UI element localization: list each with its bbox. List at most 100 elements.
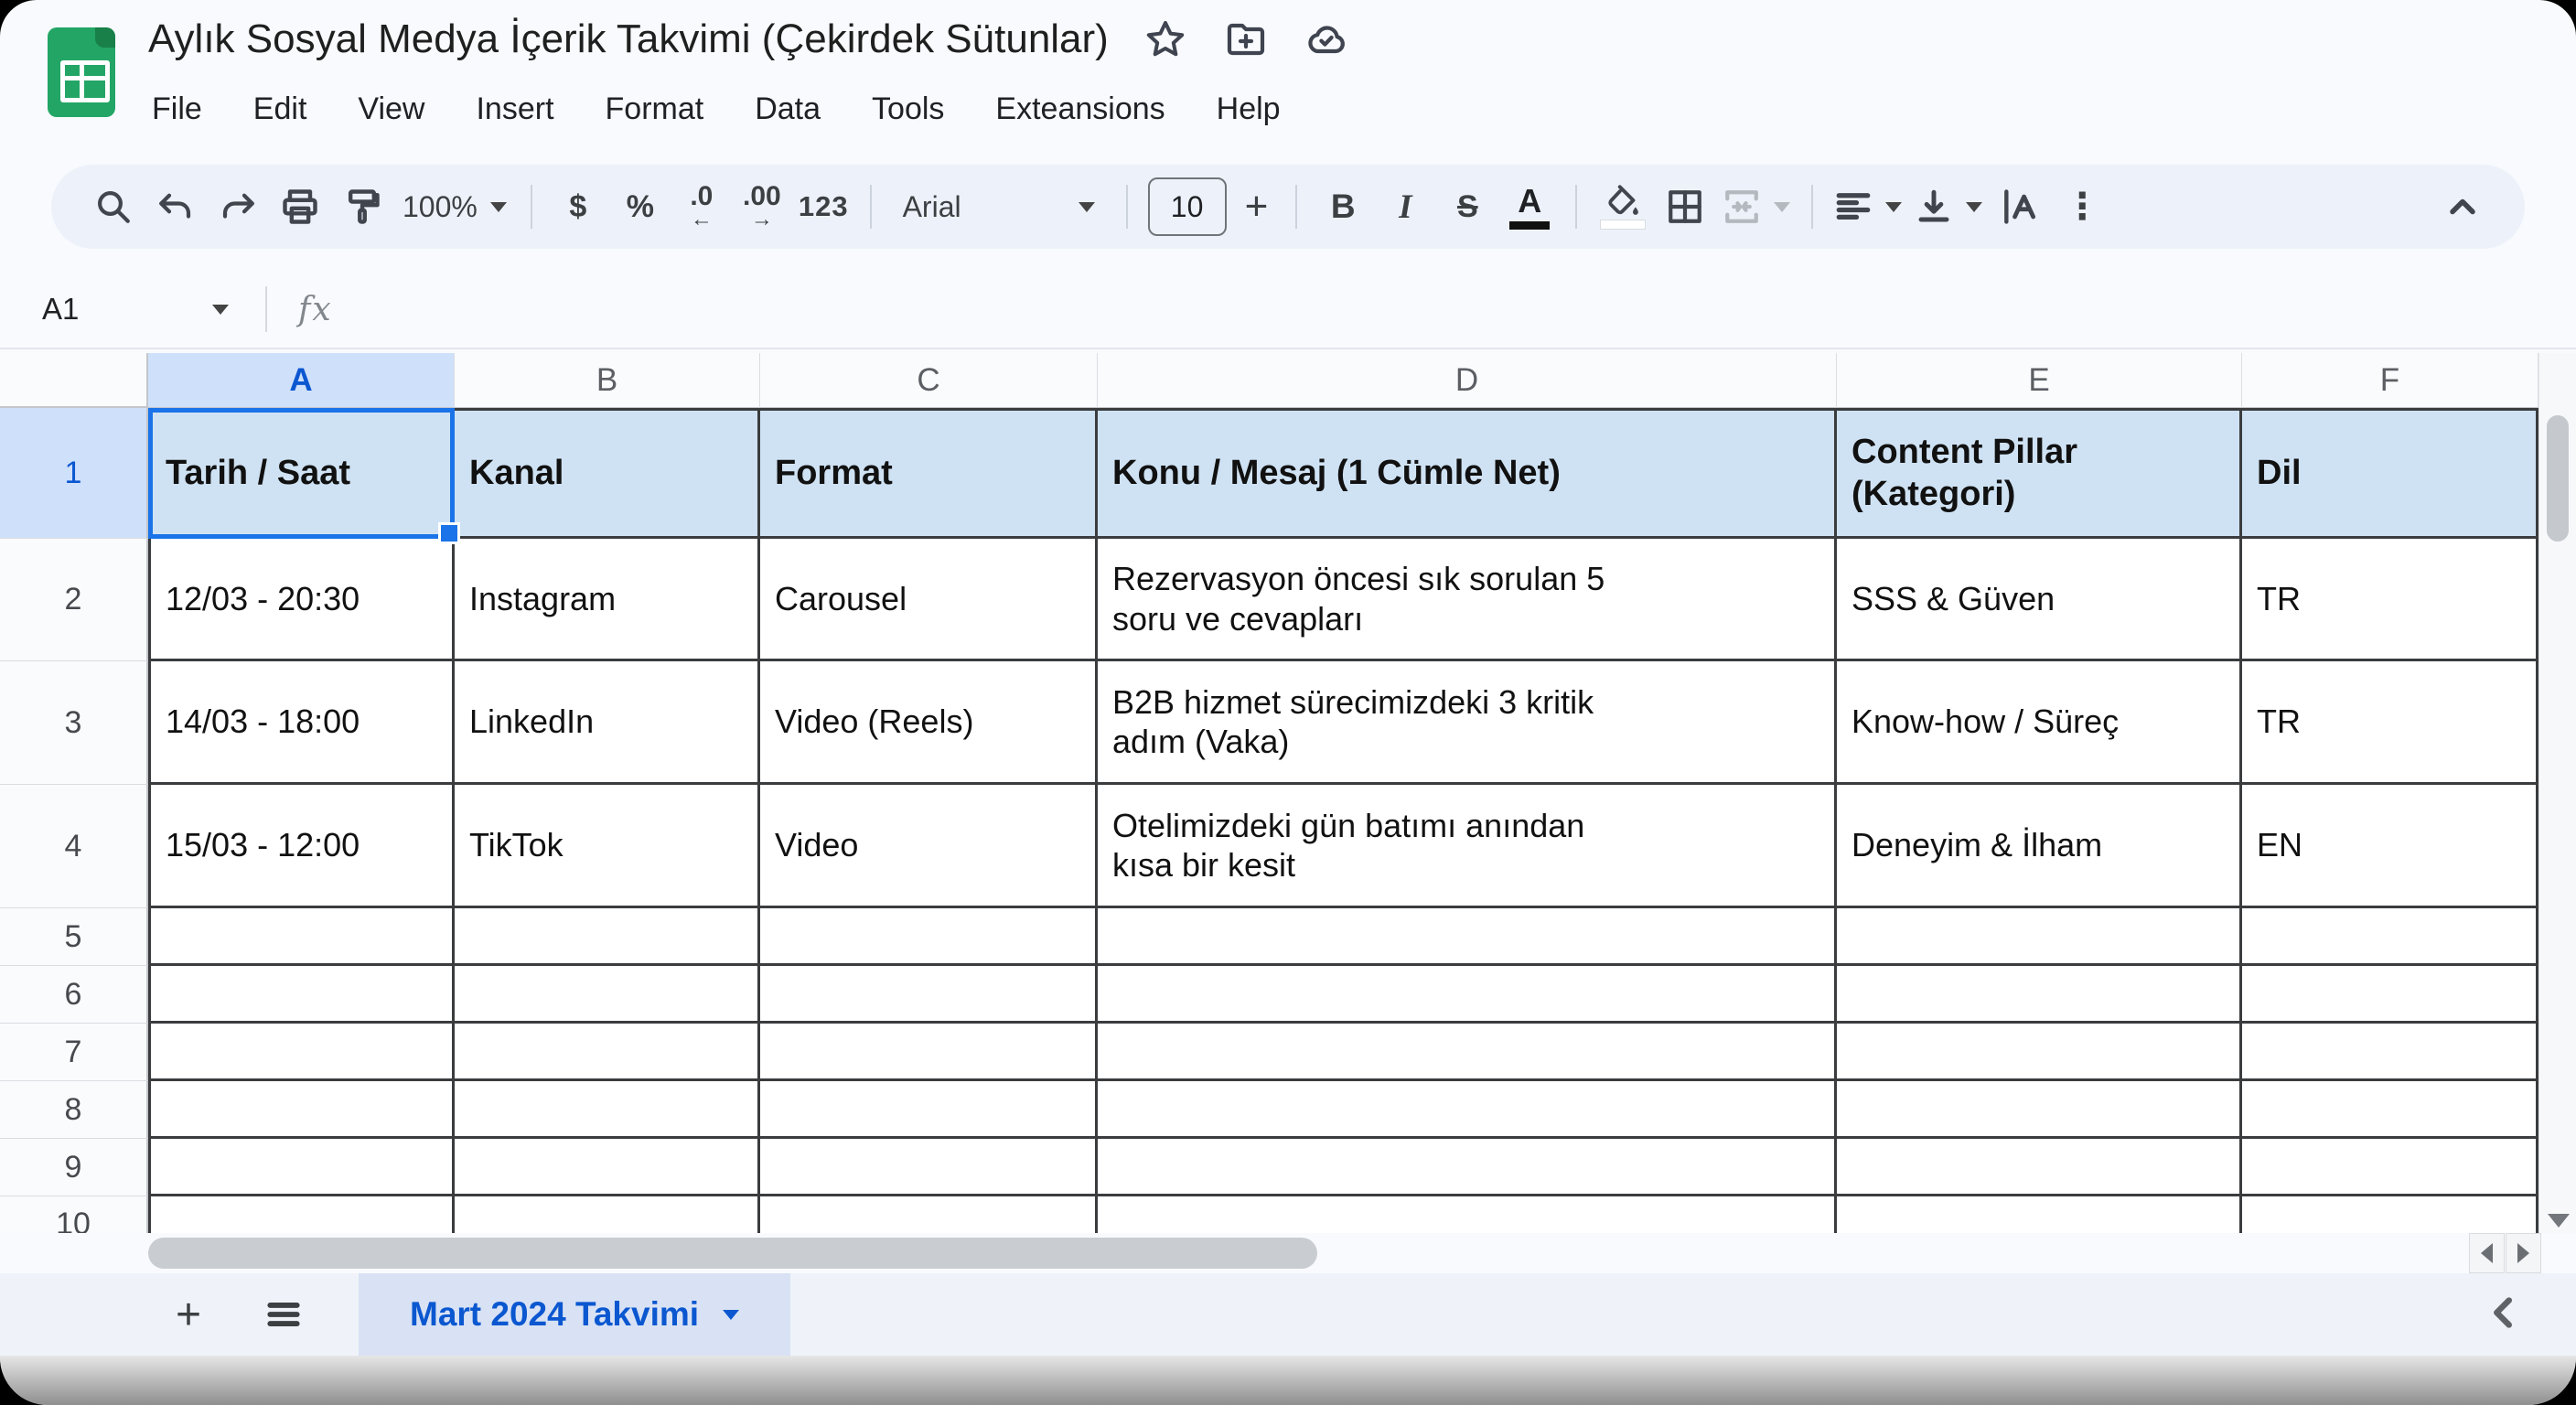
cell-E7[interactable] <box>1837 1024 2242 1081</box>
row-header-7[interactable]: 7 <box>0 1024 148 1081</box>
scroll-right-button[interactable] <box>2506 1233 2541 1273</box>
fill-color-icon[interactable] <box>1598 177 1648 236</box>
row-header-4[interactable]: 4 <box>0 785 148 908</box>
cell-C9[interactable] <box>760 1139 1098 1196</box>
column-header-B[interactable]: B <box>455 353 760 408</box>
font-size-input[interactable]: 10 <box>1148 177 1227 236</box>
cell-E9[interactable] <box>1837 1139 2242 1196</box>
format-currency-button[interactable]: $ <box>553 177 603 236</box>
cloud-saved-icon[interactable] <box>1304 17 1348 61</box>
cell-A8[interactable] <box>148 1081 455 1139</box>
cell-F2[interactable]: TR <box>2242 539 2538 661</box>
cell-F7[interactable] <box>2242 1024 2538 1081</box>
cell-C8[interactable] <box>760 1081 1098 1139</box>
cell-D10[interactable] <box>1098 1196 1837 1233</box>
cell-E8[interactable] <box>1837 1081 2242 1139</box>
cell-F4[interactable]: EN <box>2242 785 2538 908</box>
cell-A6[interactable] <box>148 966 455 1024</box>
cell-C10[interactable] <box>760 1196 1098 1233</box>
search-icon[interactable] <box>89 177 138 236</box>
column-header-F[interactable]: F <box>2242 353 2538 408</box>
column-header-A[interactable]: A <box>148 353 455 408</box>
cell-F10[interactable] <box>2242 1196 2538 1233</box>
cell-F9[interactable] <box>2242 1139 2538 1196</box>
vertical-align-icon[interactable] <box>1915 177 1982 236</box>
more-options-button[interactable]: ⋮ <box>2057 177 2107 236</box>
cell-D5[interactable] <box>1098 908 1837 966</box>
cell-C4[interactable]: Video <box>760 785 1098 908</box>
font-family-select[interactable]: Arial <box>894 190 1104 224</box>
row-header-8[interactable]: 8 <box>0 1081 148 1139</box>
document-title[interactable]: Aylık Sosyal Medya İçerik Takvimi (Çekir… <box>148 16 1109 62</box>
cell-E6[interactable] <box>1837 966 2242 1024</box>
cell-A5[interactable] <box>148 908 455 966</box>
menu-insert[interactable]: Insert <box>470 88 559 131</box>
name-box[interactable]: A1 <box>0 292 229 327</box>
cell-D1[interactable]: Konu / Mesaj (1 Cümle Net) <box>1098 408 1837 539</box>
cell-D3[interactable]: B2B hizmet sürecimizdeki 3 kritik adım (… <box>1098 661 1837 785</box>
cell-F3[interactable]: TR <box>2242 661 2538 785</box>
cell-B7[interactable] <box>455 1024 760 1081</box>
borders-icon[interactable] <box>1660 177 1710 236</box>
cell-C7[interactable] <box>760 1024 1098 1081</box>
vertical-scrollbar[interactable] <box>2538 353 2576 1233</box>
formula-input[interactable] <box>333 271 2576 348</box>
paint-format-icon[interactable] <box>338 177 387 236</box>
cell-B8[interactable] <box>455 1081 760 1139</box>
cell-B1[interactable]: Kanal <box>455 408 760 539</box>
row-header-6[interactable]: 6 <box>0 966 148 1024</box>
cell-B3[interactable]: LinkedIn <box>455 661 760 785</box>
select-all-corner[interactable] <box>0 353 148 408</box>
menu-edit[interactable]: Edit <box>248 88 313 131</box>
bold-button[interactable]: B <box>1318 177 1368 236</box>
cell-A7[interactable] <box>148 1024 455 1081</box>
cell-C3[interactable]: Video (Reels) <box>760 661 1098 785</box>
cell-A1[interactable]: Tarih / Saat <box>148 408 455 539</box>
cell-E1[interactable]: Content Pillar (Kategori) <box>1837 408 2242 539</box>
cell-C1[interactable]: Format <box>760 408 1098 539</box>
add-sheet-button[interactable]: + <box>161 1290 216 1340</box>
cell-B9[interactable] <box>455 1139 760 1196</box>
decrease-decimal-icon[interactable]: .0← <box>677 177 726 236</box>
cell-F5[interactable] <box>2242 908 2538 966</box>
menu-view[interactable]: View <box>352 88 430 131</box>
column-header-C[interactable]: C <box>760 353 1098 408</box>
cell-A9[interactable] <box>148 1139 455 1196</box>
cell-F8[interactable] <box>2242 1081 2538 1139</box>
cell-C6[interactable] <box>760 966 1098 1024</box>
cell-B4[interactable]: TikTok <box>455 785 760 908</box>
cell-A4[interactable]: 15/03 - 12:00 <box>148 785 455 908</box>
star-icon[interactable] <box>1143 17 1187 61</box>
scroll-left-button[interactable] <box>2469 1233 2505 1273</box>
column-header-E[interactable]: E <box>1837 353 2242 408</box>
row-header-9[interactable]: 9 <box>0 1139 148 1196</box>
cell-E3[interactable]: Know-how / Süreç <box>1837 661 2242 785</box>
italic-button[interactable]: I <box>1380 177 1430 236</box>
cell-E2[interactable]: SSS & Güven <box>1837 539 2242 661</box>
merge-cells-icon[interactable] <box>1723 177 1790 236</box>
row-header-1[interactable]: 1 <box>0 408 148 539</box>
zoom-select[interactable]: 100% <box>402 190 507 224</box>
number-format-button[interactable]: 123 <box>799 177 849 236</box>
hide-toolbar-icon[interactable] <box>2438 177 2487 236</box>
cell-D4[interactable]: Otelimizdeki gün batımı anından kısa bir… <box>1098 785 1837 908</box>
menu-file[interactable]: File <box>146 88 208 131</box>
sheets-logo-icon[interactable] <box>48 27 115 117</box>
cell-C5[interactable] <box>760 908 1098 966</box>
all-sheets-icon[interactable] <box>256 1294 311 1335</box>
cell-B10[interactable] <box>455 1196 760 1233</box>
cell-D2[interactable]: Rezervasyon öncesi sık sorulan 5 soru ve… <box>1098 539 1837 661</box>
cell-F6[interactable] <box>2242 966 2538 1024</box>
cell-D8[interactable] <box>1098 1081 1837 1139</box>
increase-font-size-button[interactable]: + <box>1245 184 1269 230</box>
row-header-3[interactable]: 3 <box>0 661 148 785</box>
horizontal-scrollbar[interactable] <box>0 1233 2576 1273</box>
undo-icon[interactable] <box>151 177 200 236</box>
cell-B6[interactable] <box>455 966 760 1024</box>
cell-C2[interactable]: Carousel <box>760 539 1098 661</box>
menu-format[interactable]: Format <box>600 88 710 131</box>
cell-D9[interactable] <box>1098 1139 1837 1196</box>
cell-A3[interactable]: 14/03 - 18:00 <box>148 661 455 785</box>
cell-E5[interactable] <box>1837 908 2242 966</box>
text-color-button[interactable]: A <box>1505 177 1554 236</box>
